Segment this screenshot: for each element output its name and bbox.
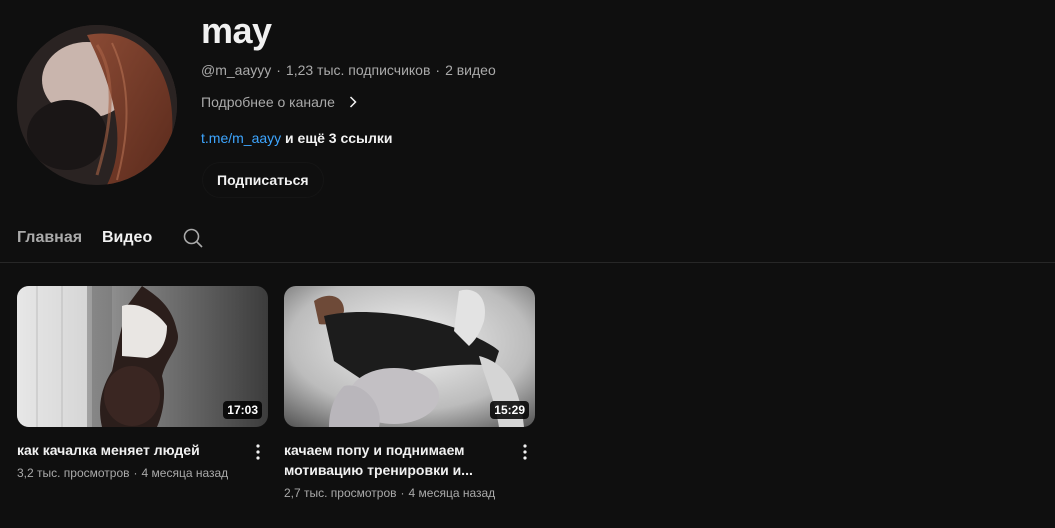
channel-name: may — [201, 10, 272, 51]
tab-home[interactable]: Главная — [17, 229, 82, 247]
channel-links: t.me/m_aayy и ещё 3 ссылки — [201, 130, 393, 146]
view-count: 3,2 тыс. просмотров — [17, 466, 130, 480]
upload-age: 4 месяца назад — [408, 486, 496, 500]
video-title[interactable]: как качалка меняет людей — [17, 440, 232, 460]
more-vert-icon[interactable] — [517, 441, 533, 463]
upload-age: 4 месяца назад — [141, 466, 229, 480]
video-thumbnail[interactable]: 15:29 — [284, 286, 535, 427]
channel-avatar[interactable] — [17, 25, 177, 185]
view-count: 2,7 тыс. просмотров — [284, 486, 397, 500]
more-links[interactable]: и ещё 3 ссылки — [281, 130, 393, 146]
channel-meta: @m_aayyy · 1,23 тыс. подписчиков · 2 видео — [201, 62, 496, 78]
video-duration: 17:03 — [223, 401, 262, 419]
search-icon[interactable] — [182, 227, 204, 254]
chevron-right-icon — [349, 96, 357, 108]
separator-dot: · — [400, 486, 405, 500]
separator-dot: · — [435, 62, 441, 78]
channel-tabs: Главная Видео — [0, 218, 1055, 263]
about-channel-link[interactable]: Подробнее о канале — [201, 94, 357, 110]
about-channel-label: Подробнее о канале — [201, 94, 335, 110]
video-duration: 15:29 — [490, 401, 529, 419]
video-stats: 2,7 тыс. просмотров · 4 месяца назад — [284, 486, 535, 500]
video-card: 15:29 качаем попу и поднимаем мотивацию … — [284, 286, 535, 500]
separator-dot: · — [276, 62, 281, 78]
channel-page: may @m_aayyy · 1,23 тыс. подписчиков · 2 вид… — [0, 0, 1055, 528]
subscribe-button[interactable]: Подписаться — [203, 163, 323, 197]
channel-handle: @m_aayyy — [201, 62, 272, 78]
subscriber-count: 1,23 тыс. подписчиков — [285, 62, 431, 78]
telegram-link[interactable]: t.me/m_aayy — [201, 130, 281, 146]
video-stats: 3,2 тыс. просмотров · 4 месяца назад — [17, 466, 268, 480]
tab-videos[interactable]: Видео — [102, 229, 152, 247]
video-title[interactable]: качаем попу и поднимаем мотивацию тренир… — [284, 440, 499, 480]
video-count: 2 видео — [445, 62, 496, 78]
separator-dot: · — [133, 466, 138, 480]
video-thumbnail[interactable]: 17:03 — [17, 286, 268, 427]
video-card: 17:03 как качалка меняет людей 3,2 тыс. … — [17, 286, 268, 480]
more-vert-icon[interactable] — [250, 441, 266, 463]
